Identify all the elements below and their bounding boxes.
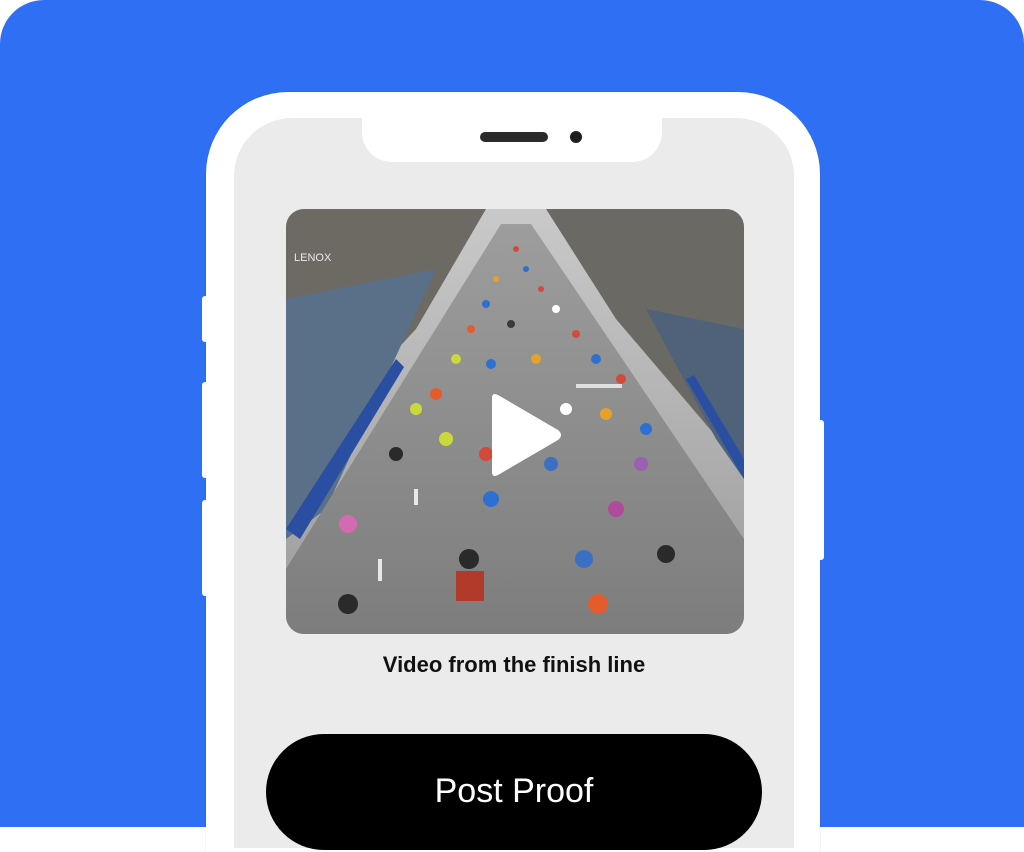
post-proof-button[interactable]: Post Proof [266, 734, 762, 850]
speaker-grille [480, 132, 548, 142]
phone-side-button [202, 296, 208, 342]
lenox-sign: LENOX [294, 252, 332, 264]
video-caption: Video from the finish line [382, 652, 646, 677]
phone-side-button [818, 420, 824, 560]
phone-side-button [202, 382, 208, 478]
play-icon[interactable] [486, 392, 564, 478]
phone-side-button [202, 500, 208, 596]
front-camera [570, 131, 582, 143]
post-proof-label: Post Proof [434, 772, 594, 810]
